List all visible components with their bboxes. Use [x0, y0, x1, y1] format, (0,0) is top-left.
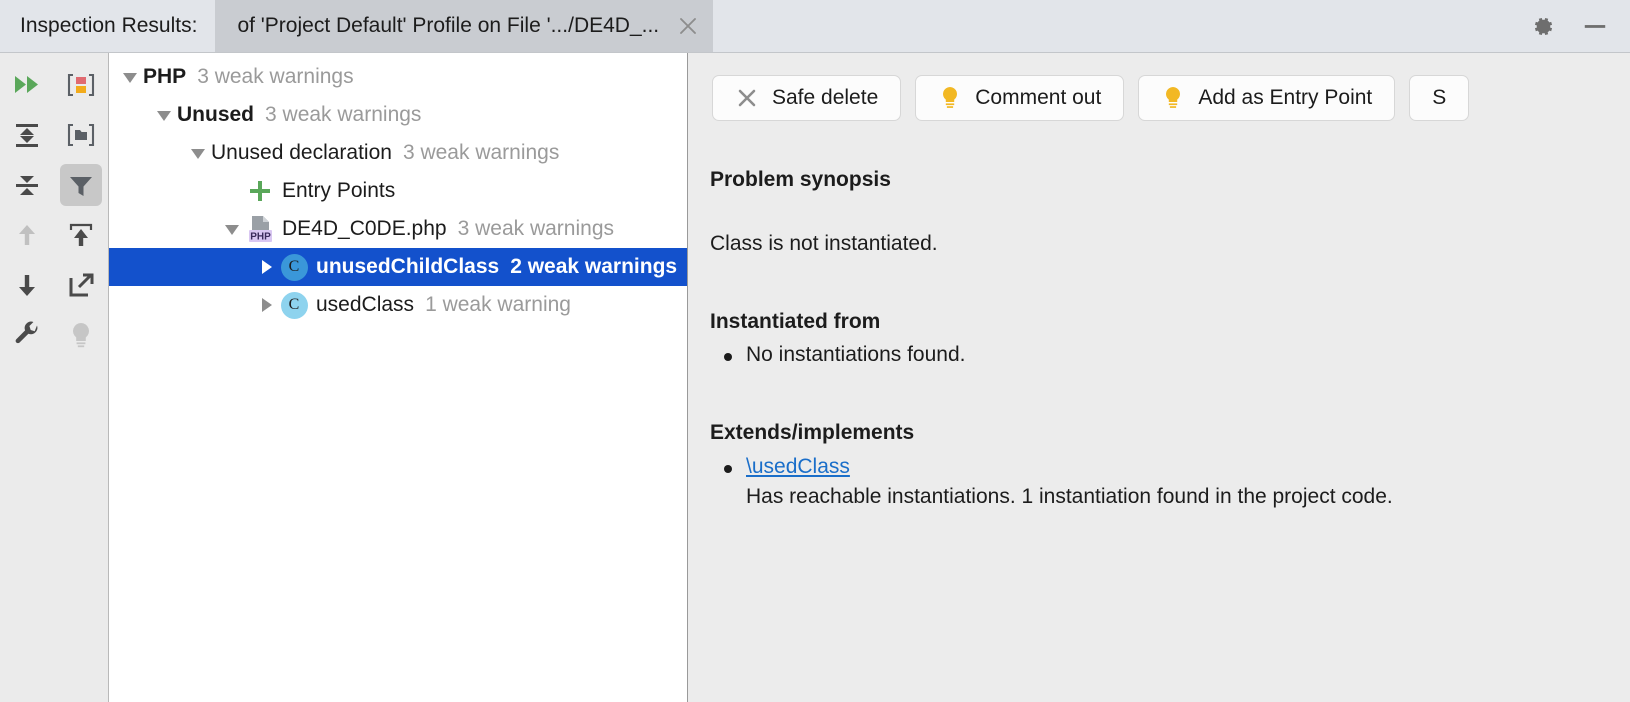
instantiated-from-list: No instantiations found. [710, 340, 1606, 370]
next-occurrence-icon[interactable] [6, 264, 48, 306]
action-button-comment-out[interactable]: Comment out [915, 75, 1125, 121]
export-icon[interactable] [60, 214, 102, 256]
list-item: No instantiations found. [724, 340, 1606, 370]
extends-implements-list: \usedClass Has reachable instantiations.… [710, 452, 1606, 512]
toolbar-cell [54, 310, 108, 360]
chevron-right-icon[interactable] [253, 292, 279, 318]
class-icon: C [279, 290, 309, 320]
titlebar-actions [1530, 0, 1630, 52]
close-icon[interactable] [677, 15, 699, 37]
toolbar-cell [54, 110, 108, 160]
toolbar-cell [0, 160, 54, 210]
titlebar-spacer [713, 0, 1530, 52]
lightbulb-icon [1161, 86, 1185, 110]
open-in-new-window-icon[interactable] [60, 264, 102, 306]
toolbar-cell [54, 260, 108, 310]
tab-label: of 'Project Default' Profile on File '..… [237, 14, 660, 37]
toolbar-cell [0, 210, 54, 260]
toolbar-cell [0, 310, 54, 360]
action-button-s[interactable]: S [1409, 75, 1470, 121]
expand-all-icon[interactable] [6, 114, 48, 156]
tree-row-label: Unused [177, 103, 255, 126]
tree-row-unused-declaration[interactable]: Unused declaration 3 weak warnings [109, 134, 687, 172]
problem-detail-panel: Safe delete Comment out Add as Entry Point… [688, 53, 1630, 702]
list-item: \usedClass Has reachable instantiations.… [724, 452, 1606, 512]
toolbar-cell [54, 160, 108, 210]
action-button-label: Comment out [975, 86, 1102, 109]
problem-synopsis-text: Class is not instantiated. [710, 231, 938, 255]
chevron-down-icon[interactable] [185, 140, 211, 166]
tree-row-label: DE4D_C0DE.php [282, 217, 447, 240]
tree-row-count: 3 weak warnings [265, 103, 422, 126]
tree-row-count: 1 weak warning [425, 293, 571, 316]
class-icon: C [279, 252, 309, 282]
chevron-down-icon[interactable] [151, 102, 177, 128]
tree-row-label: Unused declaration [211, 141, 392, 164]
tree-row-unused[interactable]: Unused 3 weak warnings [109, 96, 687, 134]
previous-occurrence-icon[interactable] [6, 214, 48, 256]
inspection-tree: PHP 3 weak warnings Unused 3 weak warnings U… [109, 53, 687, 324]
tree-row-entry-points[interactable]: Entry Points [109, 172, 687, 210]
extends-implements-heading: Extends/implements [710, 421, 915, 445]
tree-row-de4d-code-php[interactable]: PHP DE4D_C0DE.php 3 weak warnings [109, 210, 687, 248]
settings-wrench-icon[interactable] [6, 314, 48, 356]
collapse-all-icon[interactable] [6, 164, 48, 206]
left-toolbar [0, 53, 108, 702]
class-icon-glyph: C [280, 291, 308, 319]
action-button-label: Safe delete [772, 86, 879, 109]
toolbar-cell [0, 110, 54, 160]
quick-fix-action-bar: Safe delete Comment out Add as Entry Point… [688, 53, 1630, 123]
tree-twisty-placeholder [219, 178, 245, 204]
inspection-results-window: Inspection Results: of 'Project Default'… [0, 0, 1630, 702]
tree-row-count: 3 weak warnings [402, 141, 560, 164]
tree-row-count: 3 weak warnings [197, 65, 354, 88]
inspection-tree-panel[interactable]: PHP 3 weak warnings Unused 3 weak warnings U… [108, 53, 688, 702]
tree-row-unused-child-class[interactable]: CunusedChildClass 2 weak warnings [109, 248, 687, 286]
action-button-safe-delete[interactable]: Safe delete [712, 75, 902, 121]
tree-row-used-class[interactable]: CusedClass 1 weak warning [109, 286, 687, 324]
tree-row-php[interactable]: PHP 3 weak warnings [109, 58, 687, 96]
page-title: Inspection Results: [0, 0, 216, 52]
plus-icon [245, 176, 275, 206]
toolbar-cell [54, 60, 108, 110]
action-button-add-as-entry-point[interactable]: Add as Entry Point [1138, 75, 1396, 121]
action-button-label: S [1432, 86, 1447, 109]
svg-text:PHP: PHP [250, 232, 271, 243]
tree-row-label: unusedChildClass [316, 255, 500, 278]
gear-icon[interactable] [1530, 13, 1556, 39]
problem-synopsis-heading: Problem synopsis [710, 168, 891, 191]
help-bulb-icon[interactable] [60, 314, 102, 356]
class-icon-glyph: C [280, 253, 308, 281]
group-by-severity-icon[interactable] [60, 64, 102, 106]
used-class-link[interactable]: \usedClass [746, 455, 850, 478]
tree-row-label: PHP [143, 65, 187, 88]
minimize-icon[interactable] [1582, 13, 1608, 39]
php-file-icon: PHP [245, 214, 275, 244]
extends-description: Has reachable instantiations. 1 instanti… [746, 484, 1393, 508]
titlebar: Inspection Results: of 'Project Default'… [0, 0, 1630, 53]
tree-row-count: 2 weak warnings [510, 255, 678, 278]
tree-row-label: usedClass [316, 293, 415, 316]
chevron-down-icon[interactable] [219, 216, 245, 242]
lightbulb-icon [938, 86, 962, 110]
toolbar-button-grid [0, 60, 108, 360]
filter-icon[interactable] [60, 164, 102, 206]
action-button-label: Add as Entry Point [1198, 86, 1373, 109]
toolbar-cell [0, 60, 54, 110]
rerun-icon[interactable] [6, 64, 48, 106]
tree-row-label: Entry Points [282, 179, 396, 202]
chevron-right-icon[interactable] [253, 254, 279, 280]
tree-row-count: 3 weak warnings [457, 217, 615, 240]
toolbar-cell [54, 210, 108, 260]
instantiated-from-heading: Instantiated from [710, 309, 881, 333]
problem-description: Problem synopsis Class is not instantiat… [688, 123, 1630, 512]
collapse-to-folder-icon[interactable] [60, 114, 102, 156]
tab-inspection-profile[interactable]: of 'Project Default' Profile on File '..… [215, 0, 714, 52]
chevron-down-icon[interactable] [117, 64, 143, 90]
toolbar-cell [0, 260, 54, 310]
close-x-icon [735, 86, 759, 110]
